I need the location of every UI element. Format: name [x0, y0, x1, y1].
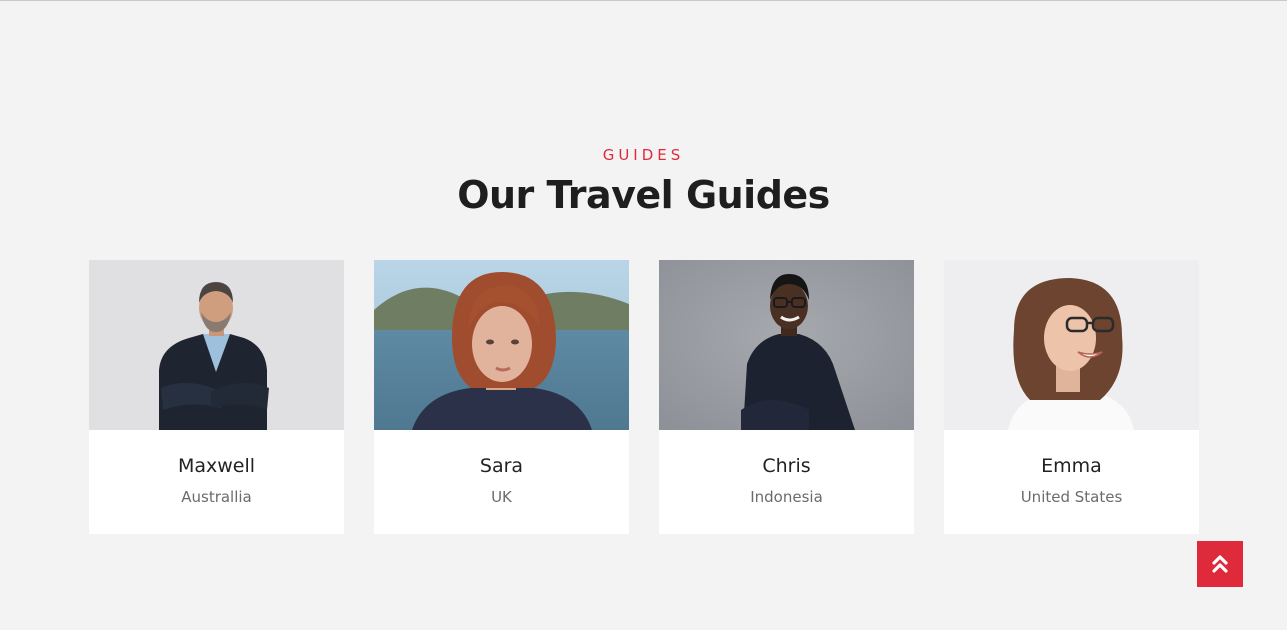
guide-name: Maxwell: [177, 455, 256, 477]
guide-info: Maxwell Australlia: [89, 430, 344, 534]
guide-photo-emma: [944, 260, 1199, 430]
section-title: Our Travel Guides: [457, 173, 830, 217]
guide-country: United States: [1020, 488, 1123, 506]
guide-photo-sara: [374, 260, 629, 430]
guide-photo-chris: [659, 260, 914, 430]
guide-country: Indonesia: [750, 488, 823, 506]
guide-card-maxwell[interactable]: Maxwell Australlia: [89, 260, 344, 534]
guide-name: Emma: [1041, 455, 1102, 477]
double-chevron-up-icon: [1212, 555, 1228, 573]
guide-photo-maxwell: [89, 260, 344, 430]
guide-card-sara[interactable]: Sara UK: [374, 260, 629, 534]
guide-name: Chris: [762, 455, 811, 477]
guide-info: Chris Indonesia: [659, 430, 914, 534]
guides-section: GUIDES Our Travel Guides Maxwell Austral…: [0, 0, 1287, 630]
guide-card-emma[interactable]: Emma United States: [944, 260, 1199, 534]
section-eyebrow: GUIDES: [602, 146, 685, 164]
guide-country: UK: [491, 488, 512, 506]
guide-info: Sara UK: [374, 430, 629, 534]
guides-grid: Maxwell Australlia Sara UK Chris Indones…: [89, 260, 1199, 534]
guide-card-chris[interactable]: Chris Indonesia: [659, 260, 914, 534]
guide-info: Emma United States: [944, 430, 1199, 534]
guide-name: Sara: [479, 455, 524, 477]
scroll-to-top-button[interactable]: [1197, 541, 1243, 587]
guide-country: Australlia: [181, 488, 252, 506]
